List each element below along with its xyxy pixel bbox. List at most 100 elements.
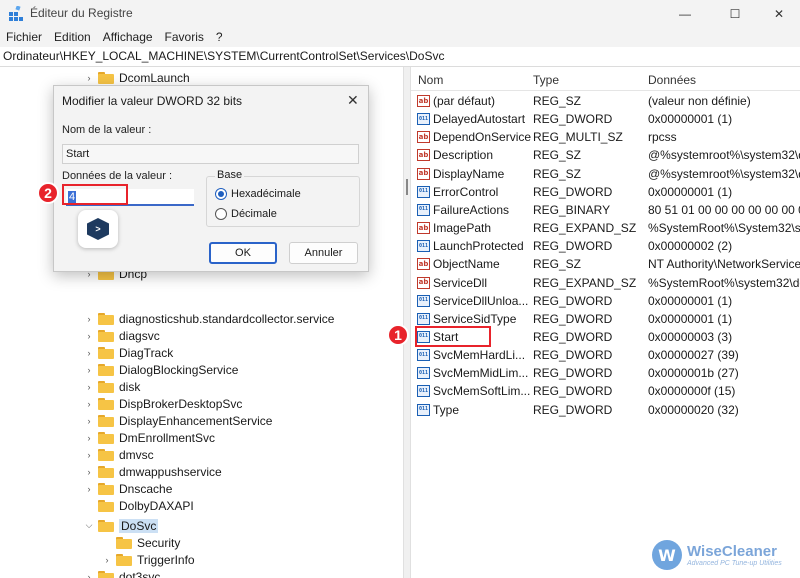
value-row[interactable]: 011 SvcMemSoftLim... REG_DWORD 0x0000000f (… xyxy=(411,382,800,400)
chevron-right-icon[interactable]: › xyxy=(84,467,94,477)
tree-item-label: DoSvc xyxy=(119,518,159,533)
address-bar[interactable]: Ordinateur\HKEY_LOCAL_MACHINE\SYSTEM\Cur… xyxy=(0,47,800,67)
base-group: Base Hexadécimale Décimale xyxy=(206,169,360,227)
chevron-right-icon[interactable]: › xyxy=(84,348,94,358)
menu-favoris[interactable]: Favoris xyxy=(165,30,204,44)
value-row[interactable]: ab (par défaut) REG_SZ (valeur non définie) xyxy=(411,92,800,110)
value-data: %SystemRoot%\System32\svchost.exe -k Net… xyxy=(648,221,800,236)
folder-icon xyxy=(98,312,114,325)
tree-item-label: Dnscache xyxy=(119,481,173,496)
tree-item[interactable]: › disk xyxy=(84,378,141,395)
tree-item[interactable]: Security xyxy=(102,534,180,551)
binary-value-icon: 011 xyxy=(417,294,430,307)
value-row[interactable]: 011 FailureActions REG_BINARY 80 51 01 00 0… xyxy=(411,201,800,219)
values-list: Nom Type Données ab (par défaut) REG_SZ (va… xyxy=(411,67,800,578)
tree-item-label: DolbyDAXAPI xyxy=(119,498,194,513)
close-button[interactable]: ✕ xyxy=(756,0,800,27)
menu-fichier[interactable]: Fichier xyxy=(6,30,42,44)
string-value-icon: ab xyxy=(417,258,430,271)
value-type: REG_DWORD xyxy=(533,402,613,417)
tree-item[interactable]: › dmwappushservice xyxy=(84,463,222,480)
minimize-button[interactable]: — xyxy=(662,0,708,27)
tree-item[interactable]: › DisplayEnhancementService xyxy=(84,412,273,429)
binary-value-icon: 011 xyxy=(417,403,430,416)
base-group-title: Base xyxy=(215,169,245,181)
value-row[interactable]: 011 DelayedAutostart REG_DWORD 0x00000001 (… xyxy=(411,110,800,128)
value-row[interactable]: ab Description REG_SZ @%systemroot%\system3… xyxy=(411,146,800,164)
tree-item[interactable]: › DcomLaunch xyxy=(84,69,190,86)
folder-icon xyxy=(116,536,132,549)
value-type: REG_DWORD xyxy=(533,329,613,344)
maximize-button[interactable]: ☐ xyxy=(712,0,758,27)
folder-icon xyxy=(98,519,114,532)
chevron-right-icon[interactable]: › xyxy=(84,382,94,392)
value-row[interactable]: ab ObjectName REG_SZ NT Authority\NetworkSe… xyxy=(411,255,800,273)
tree-item[interactable]: ⌵ DoSvc xyxy=(84,517,159,534)
value-row[interactable]: 011 SvcMemMidLim... REG_DWORD 0x0000001b (2… xyxy=(411,364,800,382)
folder-icon xyxy=(98,346,114,359)
binary-value-icon: 011 xyxy=(417,203,430,216)
value-row[interactable]: ab DisplayName REG_SZ @%systemroot%\system3… xyxy=(411,165,800,183)
chevron-right-icon[interactable]: › xyxy=(84,399,94,409)
chevron-down-icon[interactable]: ⌵ xyxy=(84,520,94,531)
value-row[interactable]: 011 Type REG_DWORD 0x00000020 (32) xyxy=(411,401,800,419)
radio-dec-indicator[interactable] xyxy=(215,208,227,220)
tree-item[interactable]: › diagnosticshub.standardcollector.servic… xyxy=(84,310,335,327)
chevron-right-icon[interactable]: › xyxy=(84,73,94,83)
chevron-right-icon[interactable]: › xyxy=(84,433,94,443)
value-row[interactable]: 011 SvcMemHardLi... REG_DWORD 0x00000027 (3… xyxy=(411,346,800,364)
value-data: @%systemroot%\system32\dosvc.dll,-102 xyxy=(648,166,800,181)
splitter-thumb[interactable] xyxy=(406,179,408,195)
folder-icon xyxy=(98,363,114,376)
radio-hex-indicator[interactable] xyxy=(215,188,227,200)
menu-bar: Fichier Edition Affichage Favoris ? xyxy=(0,27,800,47)
column-header-name[interactable]: Nom xyxy=(418,73,443,87)
chevron-right-icon[interactable]: › xyxy=(84,314,94,324)
watermark-name: WiseCleaner xyxy=(687,543,777,560)
value-name: ObjectName xyxy=(433,257,500,272)
tree-item[interactable]: › DmEnrollmentSvc xyxy=(84,429,216,446)
value-row[interactable]: 011 LaunchProtected REG_DWORD 0x00000002 (2… xyxy=(411,237,800,255)
value-row[interactable]: 011 ServiceDllUnloa... REG_DWORD 0x00000001… xyxy=(411,292,800,310)
menu-affichage[interactable]: Affichage xyxy=(103,30,153,44)
menu-edition[interactable]: Edition xyxy=(54,30,91,44)
dialog-close-button[interactable]: ✕ xyxy=(347,92,359,109)
cancel-button[interactable]: Annuler xyxy=(289,242,358,264)
chevron-right-icon[interactable]: › xyxy=(84,365,94,375)
string-value-icon: ab xyxy=(417,149,430,162)
chevron-right-icon[interactable]: › xyxy=(84,572,94,578)
value-row[interactable]: ab ImagePath REG_EXPAND_SZ %SystemRoot%\Sys… xyxy=(411,219,800,237)
chevron-right-icon[interactable]: › xyxy=(84,416,94,426)
wisecleaner-logo-icon: W xyxy=(652,540,682,570)
tree-item[interactable]: › dmvsc xyxy=(84,446,154,463)
tree-item-label: dmwappushservice xyxy=(119,464,222,479)
chevron-right-icon[interactable]: › xyxy=(84,484,94,494)
folder-icon xyxy=(98,499,114,512)
ok-button[interactable]: OK xyxy=(209,242,277,264)
column-header-data[interactable]: Données xyxy=(648,73,696,87)
value-row[interactable]: 011 ErrorControl REG_DWORD 0x00000001 (1) xyxy=(411,183,800,201)
column-header-type[interactable]: Type xyxy=(533,73,559,87)
tree-item[interactable]: › DispBrokerDesktopSvc xyxy=(84,395,243,412)
tree-item[interactable]: › Dnscache xyxy=(84,480,173,497)
menu-help[interactable]: ? xyxy=(216,30,223,44)
pane-splitter[interactable] xyxy=(403,67,411,578)
value-type: REG_DWORD xyxy=(533,384,613,399)
tree-item-label: diagsvc xyxy=(119,328,160,343)
chevron-right-icon[interactable]: › xyxy=(84,450,94,460)
chevron-right-icon[interactable]: › xyxy=(84,331,94,341)
tree-item[interactable]: › TriggerInfo xyxy=(102,551,195,568)
tree-item[interactable]: › dot3svc xyxy=(84,568,160,578)
radio-hexadecimal[interactable]: Hexadécimale xyxy=(215,188,301,200)
value-row[interactable]: ab ServiceDll REG_EXPAND_SZ %SystemRoot%\sy… xyxy=(411,274,800,292)
tree-item[interactable]: › diagsvc xyxy=(84,327,160,344)
string-value-icon: ab xyxy=(417,95,430,107)
folder-icon xyxy=(98,71,114,84)
value-row[interactable]: ab DependOnService REG_MULTI_SZ rpcss xyxy=(411,128,800,146)
radio-decimal[interactable]: Décimale xyxy=(215,208,277,220)
chevron-right-icon[interactable]: › xyxy=(102,555,112,565)
tree-item[interactable]: › DialogBlockingService xyxy=(84,361,239,378)
tree-item[interactable]: › DiagTrack xyxy=(84,344,174,361)
tree-item[interactable]: DolbyDAXAPI xyxy=(84,497,194,514)
binary-value-icon: 011 xyxy=(417,367,430,380)
